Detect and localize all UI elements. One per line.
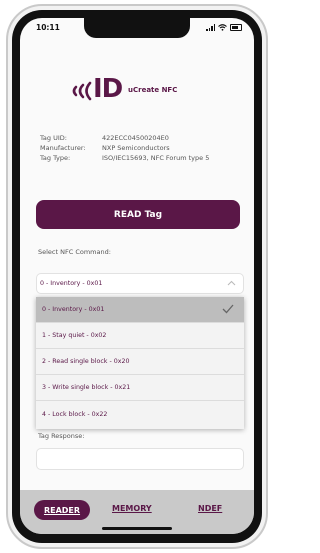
logo-mark: ID — [93, 74, 123, 104]
option-label: 2 - Read single block - 0x20 — [42, 358, 130, 365]
read-tag-button[interactable]: READ Tag — [36, 200, 240, 229]
battery-icon — [230, 24, 242, 31]
tab-ndef[interactable]: NDEF — [198, 504, 222, 513]
option-label: 0 - Inventory - 0x01 — [42, 306, 105, 313]
nfc-waves-icon — [72, 81, 92, 101]
info-value: NXP Semiconductors — [102, 144, 170, 152]
option-label: 3 - Write single block - 0x21 — [42, 384, 131, 391]
response-field[interactable] — [36, 448, 244, 470]
tab-reader[interactable]: READER — [34, 500, 90, 520]
info-value: 422ECC04500204E0 — [102, 134, 169, 142]
option-label: 4 - Lock block - 0x22 — [42, 410, 108, 418]
wifi-icon — [218, 24, 227, 31]
dropdown-option[interactable]: 0 - Inventory - 0x01 — [36, 297, 244, 323]
dropdown-option[interactable]: 3 - Write single block - 0x21 — [36, 375, 244, 401]
command-select[interactable]: 0 - Inventory - 0x01 — [36, 273, 244, 294]
tag-info: Tag UID: 422ECC04500204E0 Manufacturer: … — [40, 134, 240, 164]
dropdown-option[interactable]: 1 - Stay quiet - 0x02 — [36, 323, 244, 349]
command-label: Select NFC Command: — [38, 248, 111, 256]
response-label: Tag Response: — [38, 432, 85, 440]
command-dropdown: 0 - Inventory - 0x01 1 - Stay quiet - 0x… — [36, 297, 244, 429]
info-key: Tag Type: — [40, 154, 71, 162]
chevron-up-icon — [227, 280, 236, 286]
info-key: Manufacturer: — [40, 144, 86, 152]
option-label: 1 - Stay quiet - 0x02 — [42, 332, 107, 339]
app-screen: 10:11 ID uCreate NFC Tag UID: 422ECC0450… — [20, 18, 254, 534]
notch — [84, 18, 190, 38]
info-key: Tag UID: — [40, 134, 67, 142]
tag-type-row: Tag Type: ISO/IEC15693, NFC Forum type 5 — [40, 154, 240, 163]
logo-text: uCreate NFC — [128, 86, 178, 94]
dropdown-option[interactable]: 4 - Lock block - 0x22 — [36, 401, 244, 427]
home-indicator — [102, 527, 172, 530]
status-icons — [206, 24, 242, 31]
info-value: ISO/IEC15693, NFC Forum type 5 — [102, 154, 210, 162]
tab-memory[interactable]: MEMORY — [112, 504, 152, 513]
manufacturer-row: Manufacturer: NXP Semiconductors — [40, 144, 240, 153]
tag-uid-row: Tag UID: 422ECC04500204E0 — [40, 134, 240, 143]
status-time: 10:11 — [36, 23, 60, 32]
signal-icon — [206, 24, 215, 31]
command-selected-value: 0 - Inventory - 0x01 — [40, 280, 103, 287]
dropdown-option[interactable]: 2 - Read single block - 0x20 — [36, 349, 244, 375]
app-logo: ID uCreate NFC — [20, 70, 254, 110]
checkmark-icon — [222, 304, 234, 314]
